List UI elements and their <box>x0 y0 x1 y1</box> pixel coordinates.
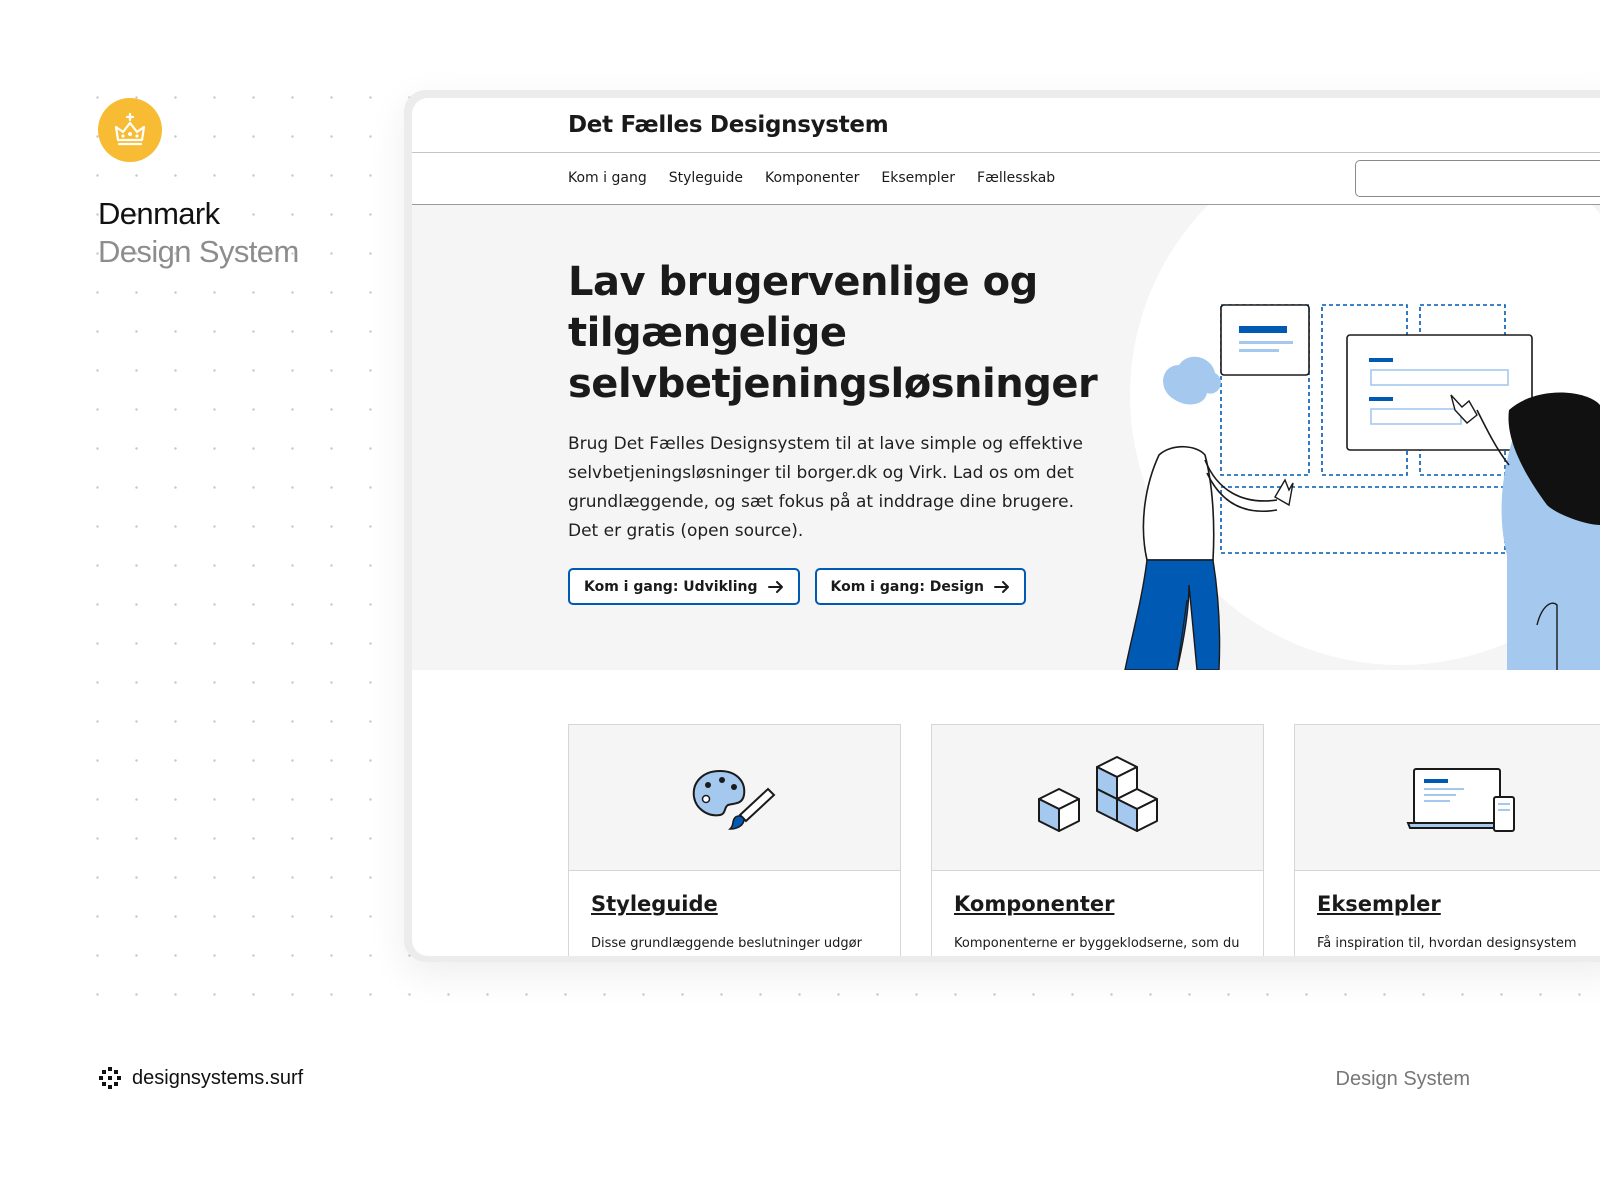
card-styleguide[interactable]: Styleguide Disse grundlæggende beslutnin… <box>568 724 901 956</box>
website-screen: Det Fælles Designsystem Kom i gang Style… <box>412 98 1600 956</box>
nav-item-styleguide[interactable]: Styleguide <box>669 170 743 186</box>
crown-icon <box>98 98 162 162</box>
button-label: Kom i gang: Design <box>830 578 985 595</box>
site-header: Det Fælles Designsystem <box>412 98 1600 153</box>
cubes-icon <box>1037 755 1158 832</box>
laptop-phone-icon <box>1406 767 1515 832</box>
card-eksempler[interactable]: Eksempler Få inspiration til, hvordan de… <box>1294 724 1600 956</box>
arrow-right-icon <box>767 580 783 593</box>
footer-site-link[interactable]: designsystems.surf <box>132 1067 303 1090</box>
card-title[interactable]: Styleguide <box>591 892 718 916</box>
nav-item-eksempler[interactable]: Eksempler <box>881 170 955 186</box>
site-title[interactable]: Det Fælles Designsystem <box>568 112 889 138</box>
brand-name: Denmark <box>98 196 220 231</box>
card-description: Få inspiration til, hvordan designsystem <box>1317 936 1577 951</box>
arrow-right-icon <box>994 580 1010 593</box>
hero-section: Lav brugervenlige og tilgængelige selvbe… <box>412 205 1600 670</box>
hero-text: Brug Det Fælles Designsystem til at lave… <box>568 434 1083 541</box>
brand-subtitle: Design System <box>98 234 299 269</box>
card-title[interactable]: Komponenter <box>954 892 1114 916</box>
button-label: Kom i gang: Udvikling <box>584 578 758 595</box>
palette-brush-icon <box>692 769 775 830</box>
hero-title: Lav brugervenlige og tilgængelige selvbe… <box>568 259 1098 407</box>
card-komponenter[interactable]: Komponenter Komponenterne er byggeklodse… <box>931 724 1264 956</box>
nav-item-komponenter[interactable]: Komponenter <box>765 170 859 186</box>
people-building-ui-illustration <box>1124 304 1600 670</box>
designsystems-logo-icon <box>99 1067 121 1089</box>
get-started-development-button[interactable]: Kom i gang: Udvikling <box>568 568 800 605</box>
card-title[interactable]: Eksempler <box>1317 892 1441 916</box>
footer-category: Design System <box>1335 1068 1471 1090</box>
nav-item-faellesskab[interactable]: Fællesskab <box>977 170 1055 186</box>
card-description: Disse grundlæggende beslutninger udgør <box>591 936 862 951</box>
card-description: Komponenterne er byggeklodserne, som du <box>954 936 1240 951</box>
footer-source: designsystems.surf <box>98 1066 303 1090</box>
search-input[interactable] <box>1355 160 1600 197</box>
nav-item-kom-i-gang[interactable]: Kom i gang <box>568 170 647 186</box>
feature-cards: Styleguide Disse grundlæggende beslutnin… <box>568 724 1600 956</box>
get-started-design-button[interactable]: Kom i gang: Design <box>814 568 1027 605</box>
